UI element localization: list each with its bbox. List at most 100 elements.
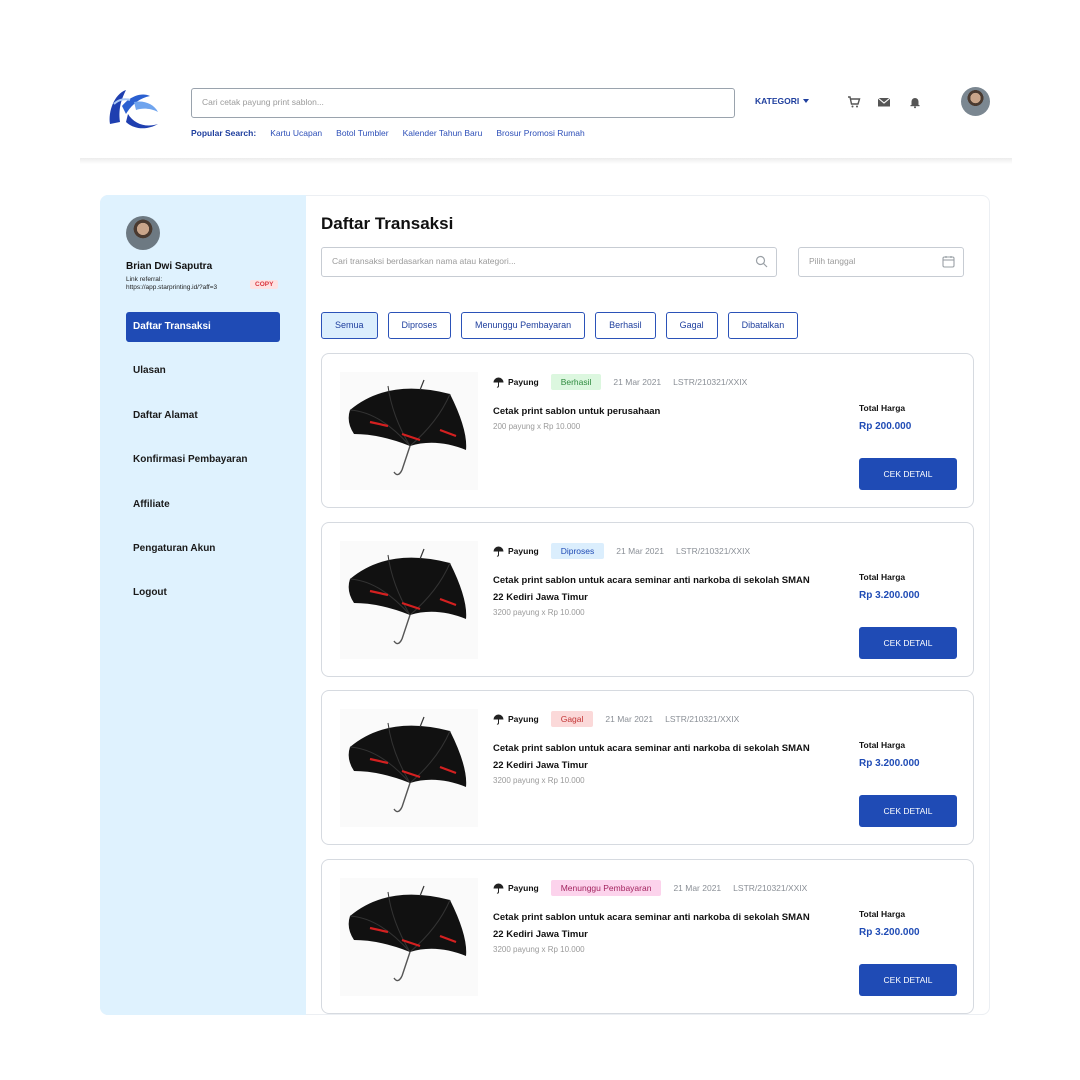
popular-search-label: Popular Search:	[191, 128, 257, 138]
popular-search: Popular Search: Kartu Ucapan Botol Tumbl…	[191, 128, 585, 138]
transaction-category-label: Payung	[508, 714, 539, 724]
filter-diproses[interactable]: Diproses	[387, 312, 452, 339]
transaction-date: 21 Mar 2021	[673, 883, 722, 893]
popular-link[interactable]: Brosur Promosi Rumah	[496, 128, 584, 138]
transaction-card: Payung Menunggu Pembayaran 21 Mar 2021 L…	[321, 859, 974, 1014]
date-placeholder: Pilih tanggal	[809, 256, 856, 266]
chevron-down-icon	[803, 99, 810, 103]
transaction-date: 21 Mar 2021	[616, 546, 664, 556]
popular-link[interactable]: Botol Tumbler	[336, 128, 388, 138]
filter-dibatalkan[interactable]: Dibatalkan	[727, 312, 799, 339]
brand-logo[interactable]	[104, 84, 162, 134]
transaction-category-label: Payung	[508, 546, 539, 556]
sidebar-item-konfirmasi-pembayaran[interactable]: Konfirmasi Pembayaran	[126, 445, 280, 475]
transaction-code: LSTR/210321/XXIX	[675, 546, 751, 556]
transaction-quantity: 3200 payung x Rp 10.000	[493, 945, 585, 954]
transaction-quantity: 3200 payung x Rp 10.000	[493, 608, 585, 617]
popular-link[interactable]: Kartu Ucapan	[270, 128, 322, 138]
transaction-category-label: Payung	[508, 883, 539, 893]
total-price: Rp 3.200.000	[859, 758, 920, 769]
total-price-label: Total Harga	[859, 909, 906, 919]
kategori-dropdown[interactable]: KATEGORI	[755, 96, 810, 106]
sidebar-item-affiliate[interactable]: Affiliate	[126, 490, 280, 520]
status-badge: Gagal	[550, 711, 594, 727]
status-badge: Diproses	[550, 543, 605, 559]
umbrella-icon	[493, 377, 504, 388]
header-divider	[80, 158, 1012, 164]
umbrella-icon	[493, 883, 504, 894]
umbrella-product-image	[340, 541, 478, 659]
transaction-code: LSTR/210321/XXIX	[733, 883, 808, 893]
total-price-label: Total Harga	[859, 740, 906, 750]
status-badge: Menunggu Pembayaran	[550, 880, 662, 896]
date-picker-input[interactable]: Pilih tanggal	[798, 247, 964, 277]
total-price-label: Total Harga	[859, 572, 906, 582]
transaction-title: Cetak print sablon untuk perusahaan	[493, 406, 661, 417]
transaction-title: Cetak print sablon untuk acara seminar a…	[493, 743, 810, 771]
popular-link[interactable]: Kalender Tahun Baru	[403, 128, 483, 138]
cart-icon[interactable]	[847, 95, 861, 109]
transaction-title: Cetak print sablon untuk acara seminar a…	[493, 575, 810, 603]
transaction-card: Payung Diproses 21 Mar 2021 LSTR/210321/…	[321, 522, 974, 677]
total-price: Rp 3.200.000	[859, 590, 920, 601]
cek-detail-button[interactable]: CEK DETAIL	[859, 458, 957, 490]
umbrella-icon	[493, 546, 504, 557]
referral-label: Link referral:	[126, 276, 163, 283]
umbrella-product-image	[340, 372, 478, 490]
status-badge: Berhasil	[550, 374, 602, 390]
bell-icon[interactable]	[908, 95, 922, 109]
sidebar-item-logout[interactable]: Logout	[126, 578, 280, 608]
umbrella-product-image	[340, 878, 478, 996]
umbrella-icon	[493, 714, 504, 725]
transaction-card: Payung Berhasil 21 Mar 2021 LSTR/210321/…	[321, 353, 974, 508]
transaction-code: LSTR/210321/XXIX	[673, 377, 748, 387]
kategori-label: KATEGORI	[755, 96, 800, 106]
transaction-category: Payung	[493, 377, 539, 388]
transaction-category: Payung	[493, 546, 539, 557]
global-search-input[interactable]: Cari cetak payung print sablon...	[191, 88, 735, 118]
umbrella-product-image	[340, 709, 478, 827]
cek-detail-button[interactable]: CEK DETAIL	[859, 627, 957, 659]
total-price: Rp 200.000	[859, 421, 912, 432]
filter-semua[interactable]: Semua	[321, 312, 378, 339]
transaction-search-input[interactable]: Cari transaksi berdasarkan nama atau kat…	[321, 247, 777, 277]
sidebar-item-ulasan[interactable]: Ulasan	[126, 356, 280, 386]
filter-berhasil[interactable]: Berhasil	[595, 312, 656, 339]
transaction-meta: Payung Berhasil 21 Mar 2021 LSTR/210321/…	[493, 374, 747, 390]
transaction-search-placeholder: Cari transaksi berdasarkan nama atau kat…	[332, 256, 516, 266]
filter-menunggu-pembayaran[interactable]: Menunggu Pembayaran	[461, 312, 586, 339]
transaction-category-label: Payung	[508, 377, 539, 387]
copy-referral-button[interactable]: COPY	[250, 280, 279, 289]
transaction-date: 21 Mar 2021	[613, 377, 662, 387]
sidebar-nav: Daftar Transaksi Ulasan Daftar Alamat Ko…	[126, 312, 280, 623]
transaction-category: Payung	[493, 883, 539, 894]
mail-icon[interactable]	[877, 95, 891, 109]
filter-gagal[interactable]: Gagal	[665, 312, 718, 339]
transaction-date: 21 Mar 2021	[605, 714, 654, 724]
sidebar-item-daftar-alamat[interactable]: Daftar Alamat	[126, 401, 280, 431]
status-filter-tabs: Semua Diproses Menunggu Pembayaran Berha…	[321, 312, 799, 339]
cek-detail-button[interactable]: CEK DETAIL	[859, 964, 957, 996]
user-name: Brian Dwi Saputra	[126, 261, 213, 272]
transaction-code: LSTR/210321/XXIX	[665, 714, 740, 724]
sidebar-item-daftar-transaksi[interactable]: Daftar Transaksi	[126, 312, 280, 342]
global-search-placeholder: Cari cetak payung print sablon...	[202, 97, 324, 107]
transaction-card: Payung Gagal 21 Mar 2021 LSTR/210321/XXI…	[321, 690, 974, 845]
total-price: Rp 3.200.000	[859, 927, 920, 938]
profile-avatar	[126, 216, 160, 250]
sidebar-item-pengaturan-akun[interactable]: Pengaturan Akun	[126, 534, 280, 564]
transaction-title: Cetak print sablon untuk acara seminar a…	[493, 912, 810, 940]
transaction-quantity: 200 payung x Rp 10.000	[493, 422, 581, 431]
page-title: Daftar Transaksi	[321, 214, 454, 233]
transaction-category: Payung	[493, 714, 539, 725]
transaction-meta: Payung Gagal 21 Mar 2021 LSTR/210321/XXI…	[493, 711, 739, 727]
calendar-icon[interactable]	[942, 255, 955, 268]
user-avatar[interactable]	[961, 87, 990, 116]
transaction-meta: Payung Menunggu Pembayaran 21 Mar 2021 L…	[493, 880, 807, 896]
transaction-quantity: 3200 payung x Rp 10.000	[493, 776, 585, 785]
cek-detail-button[interactable]: CEK DETAIL	[859, 795, 957, 827]
referral-url: https://app.starprinting.id/?aff=3	[126, 284, 218, 291]
search-icon[interactable]	[755, 255, 768, 268]
total-price-label: Total Harga	[859, 403, 906, 413]
transaction-meta: Payung Diproses 21 Mar 2021 LSTR/210321/…	[493, 543, 750, 559]
